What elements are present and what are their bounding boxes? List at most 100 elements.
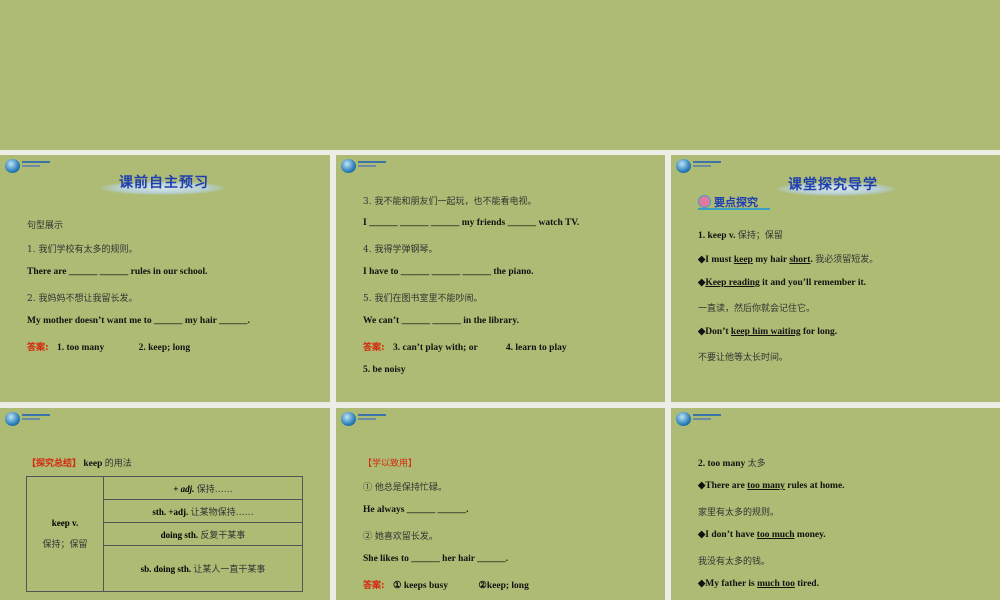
text-segment: . — [810, 255, 813, 265]
question-en: I have to ______ ______ ______ the piano… — [363, 267, 534, 277]
practice-label: 【学以致用】 — [363, 459, 418, 469]
text-segment: ◆My father is — [698, 579, 758, 589]
logo-icon — [5, 412, 53, 426]
text-segment: ◆I don’t have — [698, 530, 757, 540]
heading-cn: 保持；保留 — [737, 231, 783, 241]
text-segment: too many — [747, 481, 785, 491]
answer-label: 答案: — [363, 343, 385, 353]
answer-line: 答案: 3. can’t play with; or 4. learn to p… — [363, 340, 567, 353]
question-en: My mother doesn’t want me to ______ my h… — [27, 316, 250, 326]
text-segment: 2. too many — [698, 459, 746, 469]
point-heading: 1. keep v. 保持；保留 — [698, 228, 783, 241]
logo-icon — [676, 412, 724, 426]
translation: 家里有太多的规则。 — [698, 508, 780, 518]
question-en: She likes to ______ her hair ______. — [363, 554, 509, 564]
example-sentence: ◆Keep reading it and you’ll remember it. — [698, 277, 866, 288]
logo-icon — [341, 412, 389, 426]
table-left-cell: keep v. 保持；保留 — [26, 476, 104, 592]
logo-icon — [676, 159, 724, 173]
question-cn: 4. 我得学弹钢琴。 — [363, 245, 438, 255]
answer-line: 答案: ① keeps busy ②keep; long — [363, 578, 529, 591]
text-segment: short — [789, 255, 811, 265]
text-segment: keep him waiting — [730, 327, 801, 337]
example-sentence: ◆My father is much too tired. — [698, 578, 819, 589]
translation: 我没有太多的钱。 — [698, 557, 771, 567]
bullet-icon — [698, 195, 711, 208]
top-slide-area — [0, 0, 1000, 150]
question-cn: 1. 我们学校有太多的规则。 — [27, 245, 138, 255]
example-sentence: ◆I don’t have too much money. — [698, 529, 826, 540]
text-segment: 让某物保持…… — [190, 507, 254, 518]
question-cn: 3. 我不能和朋友们一起玩，也不能看电视。 — [363, 197, 537, 207]
question-cn: ② 她喜欢留长发。 — [363, 532, 438, 542]
text-segment: 保持…… — [196, 484, 233, 495]
text-segment: too much — [756, 530, 795, 540]
cell-cn: 保持；保留 — [42, 540, 88, 550]
slide-preview-3[interactable]: 课堂探究导学 要点探究 1. keep v. 保持；保留 ◆I must kee… — [671, 155, 1000, 402]
answer: ① keeps busy — [392, 581, 448, 591]
slide-title: 课前自主预习 — [119, 175, 209, 191]
text-segment: for long. — [800, 327, 838, 337]
example-sentence: ◆I must keep my hair short. 我必须留短发。 — [698, 252, 878, 265]
answer-label: 答案: — [363, 581, 385, 591]
text-segment: money. — [794, 530, 826, 540]
text-segment: doing sth. — [160, 529, 199, 540]
question-cn: 2. 我妈妈不想让我留长发。 — [27, 294, 138, 304]
question-en: We can’t ______ ______ in the library. — [363, 316, 519, 326]
slide-preview-5[interactable]: 【学以致用】 ① 他总是保持忙碌。 He always ______ _____… — [336, 408, 665, 600]
heading-en: keep — [83, 459, 103, 469]
table-cell: sb. doing sth. 让某人一直干某事 — [103, 545, 303, 592]
text-segment: keep — [733, 255, 753, 265]
slide-preview-6[interactable]: 2. too many 太多 ◆There are too many rules… — [671, 408, 1000, 600]
text-segment: 太多 — [747, 459, 766, 469]
answer: 4. learn to play — [505, 343, 567, 353]
translation: 我必须留短发。 — [815, 255, 879, 265]
cell-en: keep v. — [51, 518, 79, 528]
section-label: 句型展示 — [27, 221, 64, 231]
heading-cn: 的用法 — [104, 459, 132, 469]
table-cell: sth. +adj. 让某物保持…… — [103, 499, 303, 523]
point-heading: 2. too many 太多 — [698, 456, 766, 469]
text-segment: much too — [757, 579, 795, 589]
answer: ②keep; long — [478, 581, 529, 591]
translation: 一直读，然后你就会记住它。 — [698, 304, 816, 314]
text-segment: my hair — [752, 255, 790, 265]
text-segment: ◆I must — [698, 255, 734, 265]
question-cn: ① 他总是保持忙碌。 — [363, 483, 447, 493]
text-segment: Keep reading — [705, 278, 760, 288]
heading-en: 1. keep v. — [698, 231, 736, 241]
question-en: There are ______ ______ rules in our sch… — [27, 267, 208, 277]
logo-icon — [5, 159, 53, 173]
example-sentence: ◆Don’t keep him waiting for long. — [698, 326, 837, 337]
answer-line: 答案: 1. too many 2. keep; long — [27, 340, 190, 353]
translation: 不要让他等太长时间。 — [698, 353, 789, 363]
text-segment: + adj. — [173, 483, 195, 494]
slide-preview-1[interactable]: 课前自主预习 句型展示 1. 我们学校有太多的规则。 There are ___… — [0, 155, 330, 402]
text-segment: it and you’ll remember it. — [759, 278, 867, 288]
text-segment: tired. — [794, 579, 819, 589]
text-segment: rules at home. — [784, 481, 845, 491]
summary-label: 【探究总结】 — [27, 459, 82, 469]
slide-title: 课堂探究导学 — [788, 177, 878, 193]
text-segment: ◆Don’t — [698, 327, 731, 337]
text-segment: ◆There are — [698, 481, 748, 491]
answer: 3. can’t play with; or — [392, 343, 478, 353]
logo-icon — [341, 159, 389, 173]
text-segment: 反复干某事 — [200, 530, 246, 541]
text-segment: 让某人一直干某事 — [193, 565, 266, 575]
text-segment: sth. +adj. — [152, 506, 189, 517]
text-segment: sb. doing sth. — [140, 564, 192, 574]
summary-heading: 【探究总结】 keep 的用法 — [27, 456, 132, 469]
badge-underline — [698, 208, 770, 210]
slide-preview-2[interactable]: 3. 我不能和朋友们一起玩，也不能看电视。 I ______ ______ __… — [336, 155, 665, 402]
answer: 2. keep; long — [138, 343, 191, 353]
slide-preview-4[interactable]: 【探究总结】 keep 的用法 keep v. 保持；保留 + adj. 保持…… — [0, 408, 330, 600]
question-en: He always ______ ______. — [363, 505, 469, 515]
question-en: I ______ ______ ______ my friends ______… — [363, 218, 580, 228]
table-cell: doing sth. 反复干某事 — [103, 522, 303, 546]
usage-table: keep v. 保持；保留 + adj. 保持…… sth. +adj. 让某物… — [26, 476, 303, 592]
question-cn: 5. 我们在图书室里不能吵闹。 — [363, 294, 483, 304]
answer: 1. too many — [56, 343, 105, 353]
answer-label: 答案: — [27, 343, 49, 353]
answer: 5. be noisy — [363, 365, 406, 375]
